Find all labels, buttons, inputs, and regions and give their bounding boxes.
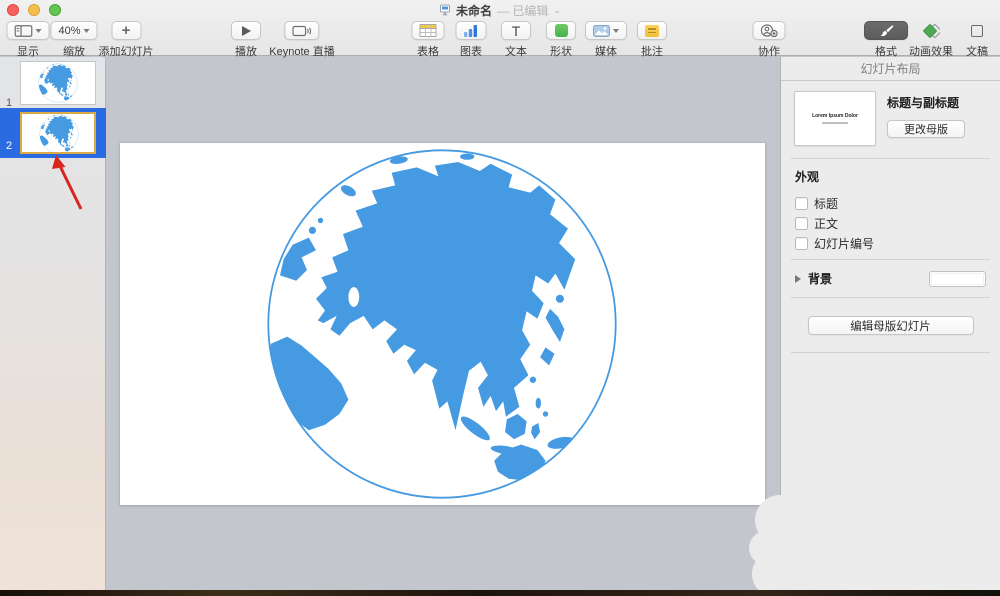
screen-broadcast-icon	[292, 25, 311, 37]
toolbar-item-view: 显示	[7, 21, 50, 59]
media-button[interactable]	[585, 21, 627, 40]
background-section: 背景	[781, 260, 1000, 297]
slide-navigator: 1 2	[0, 57, 106, 590]
chevron-down-icon	[84, 29, 90, 33]
comment-note-icon	[645, 25, 659, 37]
appearance-option-body: 正文	[795, 213, 986, 233]
title-checkbox[interactable]	[795, 197, 808, 210]
tab-format: 格式	[864, 21, 908, 59]
animate-diamond-icon	[922, 24, 940, 38]
chevron-down-icon	[613, 29, 619, 33]
toolbar-item-table: 表格	[412, 21, 445, 59]
appearance-section: 外观 标题 正文 幻灯片编号	[781, 159, 1000, 259]
toolbar-item-comment: 批注	[637, 21, 667, 59]
view-button[interactable]	[7, 21, 50, 40]
edit-master-section: 编辑母版幻灯片	[781, 298, 1000, 352]
text-button[interactable]: T	[501, 21, 531, 40]
toolbar-item-keynote-live: Keynote 直播	[269, 21, 334, 59]
shape-button[interactable]	[546, 21, 576, 40]
appearance-option-title: 标题	[795, 193, 986, 213]
zoom-level-button[interactable]: 40%	[50, 21, 97, 40]
format-brush-icon	[879, 24, 894, 37]
red-arrow-annotation	[45, 151, 91, 219]
toolbar-item-add-slide: + 添加幻灯片	[99, 21, 154, 59]
appearance-option-slide-number: 幻灯片编号	[795, 233, 986, 253]
comment-button[interactable]	[637, 21, 667, 40]
slide-editing-surface[interactable]	[120, 143, 765, 505]
desktop-background-strip	[0, 590, 1000, 596]
master-slide-thumbnail[interactable]: Lorem Ipsum Dolor	[794, 91, 876, 146]
slide-number-checkbox[interactable]	[795, 237, 808, 250]
background-label: 背景	[808, 270, 832, 287]
title-chevron-down-icon[interactable]: ⌄	[553, 6, 561, 15]
divider	[791, 352, 990, 353]
globe-image[interactable]	[262, 144, 622, 504]
toolbar-item-shape: 形状	[546, 21, 576, 59]
titlebar: 未命名 — 已编辑 ⌄	[0, 2, 1000, 18]
globe-image	[38, 63, 78, 103]
toolbar-item-play: 播放	[231, 21, 261, 59]
globe-image	[39, 114, 79, 154]
toolbar-item-media: 媒体	[585, 21, 627, 59]
view-panels-icon	[15, 25, 33, 37]
slide-1-row: 1	[0, 57, 106, 113]
master-slide-section: Lorem Ipsum Dolor 标题与副标题 更改母版	[781, 81, 1000, 158]
document-tab-button[interactable]	[962, 21, 992, 40]
chart-button[interactable]	[456, 21, 487, 40]
checkbox-label: 正文	[814, 215, 838, 232]
toolbar: 未命名 — 已编辑 ⌄ 显示 40% 缩放	[0, 0, 1000, 56]
collaborate-person-icon	[761, 24, 778, 37]
disclosure-triangle-icon[interactable]	[795, 275, 801, 283]
bar-chart-icon	[464, 24, 479, 37]
play-icon	[242, 26, 251, 36]
inspector-header: 幻灯片布局	[781, 57, 1000, 81]
panel-cloud-blob	[744, 484, 814, 596]
animate-tab-button[interactable]	[915, 21, 947, 40]
format-tab-button[interactable]	[864, 21, 908, 40]
play-button[interactable]	[231, 21, 261, 40]
slide-number: 2	[6, 140, 12, 152]
body-checkbox[interactable]	[795, 217, 808, 230]
keynote-window: 未命名 — 已编辑 ⌄ 显示 40% 缩放	[0, 0, 1000, 596]
tab-animate: 动画效果	[909, 21, 953, 59]
add-slide-button[interactable]: +	[111, 21, 141, 40]
slide-1-thumbnail[interactable]	[20, 61, 96, 105]
document-proxy-icon[interactable]	[439, 4, 451, 16]
toolbar-item-chart: 图表	[456, 21, 487, 59]
document-edited-status: — 已编辑	[497, 2, 548, 19]
master-placeholder-title: Lorem Ipsum Dolor	[812, 113, 858, 119]
collaborate-button[interactable]	[753, 21, 786, 40]
master-name: 标题与副标题	[887, 94, 965, 111]
table-button[interactable]	[412, 21, 445, 40]
document-setup-icon	[971, 25, 983, 37]
change-master-button[interactable]: 更改母版	[887, 120, 965, 138]
document-title: 未命名	[456, 2, 492, 19]
tab-document: 文稿	[962, 21, 992, 59]
text-icon: T	[512, 24, 521, 38]
zoom-value: 40%	[58, 25, 80, 37]
background-color-well[interactable]	[929, 271, 986, 287]
chevron-down-icon	[36, 29, 42, 33]
checkbox-label: 幻灯片编号	[814, 235, 874, 252]
keynote-live-button[interactable]	[284, 21, 319, 40]
appearance-title: 外观	[795, 168, 986, 185]
table-icon	[420, 24, 437, 37]
toolbar-item-text: T 文本	[501, 21, 531, 59]
shape-icon	[555, 24, 568, 37]
checkbox-label: 标题	[814, 195, 838, 212]
toolbar-item-collaborate: 协作	[753, 21, 786, 59]
slide-canvas-area	[107, 57, 780, 590]
edit-master-slide-button[interactable]: 编辑母版幻灯片	[808, 316, 974, 335]
media-photo-icon	[593, 25, 610, 37]
toolbar-item-zoom: 40% 缩放	[50, 21, 97, 59]
master-meta: 标题与副标题 更改母版	[887, 91, 965, 146]
slide-2-thumbnail[interactable]	[20, 112, 96, 154]
plus-icon: +	[122, 23, 131, 38]
master-placeholder-subtitle-line	[822, 122, 848, 124]
